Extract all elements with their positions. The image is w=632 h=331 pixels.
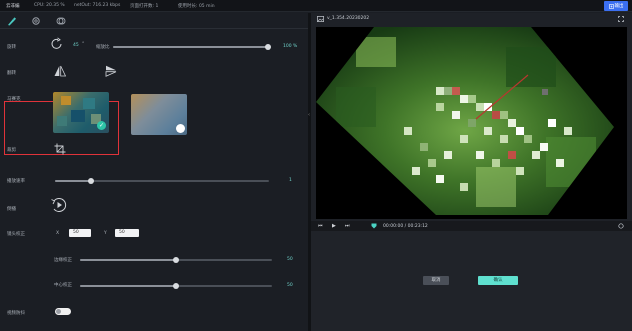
edge-slider-fill — [80, 259, 176, 261]
rotate-angle[interactable]: 45 — [73, 43, 79, 48]
scale-value: 100 % — [283, 44, 298, 49]
crop-icon[interactable] — [54, 143, 66, 155]
speed-slider[interactable] — [55, 178, 269, 184]
center-correction-label: 中心校正 — [54, 283, 72, 288]
pages-stat: 页面打开数: 1 — [130, 4, 159, 9]
flip-label: 翻转 — [7, 71, 16, 76]
rotate-label: 旋转 — [7, 45, 16, 50]
property-panel: 旋转 45 ° 缩放比 100 % 翻转 马赛克 ✓ 裁剪 播放速率 1 倒播 … — [0, 13, 308, 331]
mosaic-pixelate-thumb[interactable]: ✓ — [53, 92, 109, 133]
selected-check-icon: ✓ — [97, 121, 106, 130]
fullscreen-icon[interactable] — [618, 16, 624, 22]
gear-icon[interactable] — [31, 16, 41, 26]
lens-x-input[interactable]: 50 — [69, 229, 91, 237]
edge-correction-value: 50 — [287, 257, 293, 262]
scale-slider[interactable] — [113, 44, 271, 50]
speed-value: 1 — [289, 178, 292, 183]
clip-filename: v_1.354.20230202 — [327, 16, 370, 21]
scale-label: 缩放比 — [96, 45, 110, 50]
export-icon — [608, 3, 614, 9]
top-bar: 云非编 CPU: 20.35 % netOut: 716.23 kbps 页面打… — [0, 0, 632, 12]
unselected-radio-icon — [176, 124, 185, 133]
center-correction-slider[interactable] — [80, 283, 272, 289]
preview-panel: v_1.354.20230202 ⏮ ▶ ⏭ 00:00:00 / 00:23:… — [311, 13, 632, 331]
export-button[interactable]: 输出 — [604, 1, 628, 11]
rotate-handle[interactable] — [542, 89, 548, 95]
image-icon — [317, 16, 324, 22]
rotate-degree: ° — [82, 42, 85, 47]
lens-y-label: Y — [104, 231, 107, 236]
edge-correction-slider[interactable] — [80, 257, 272, 263]
timecode: 00:00:00 / 00:23:12 — [383, 223, 428, 229]
duration-stat: 使用时长: 05 min — [178, 4, 215, 9]
video-viewer[interactable] — [316, 27, 627, 219]
center-correction-value: 50 — [287, 283, 293, 288]
mosaic-blur-thumb[interactable] — [131, 94, 187, 135]
cancel-button[interactable]: 取消 — [423, 276, 449, 285]
crop-label: 裁剪 — [7, 148, 16, 153]
reverse-play-icon[interactable] — [50, 196, 68, 214]
rotate-icon[interactable] — [50, 37, 64, 51]
flip-vertical-icon[interactable] — [105, 65, 117, 77]
scale-slider-fill — [113, 46, 268, 48]
reverse-label: 倒播 — [7, 207, 16, 212]
confirm-button[interactable]: 确认 — [478, 276, 518, 285]
speed-slider-fill — [55, 180, 92, 182]
loop-icon[interactable] — [618, 223, 624, 229]
playback-controls: ⏮ ▶ ⏭ 00:00:00 / 00:23:12 — [311, 221, 632, 231]
cpu-stat: CPU: 20.35 % — [34, 3, 65, 8]
play-icon[interactable]: ▶ — [332, 223, 336, 229]
marker-icon[interactable] — [371, 223, 377, 229]
layers-icon[interactable] — [56, 16, 66, 26]
previous-frame-icon[interactable]: ⏮ — [318, 223, 323, 229]
edge-slider-knob[interactable] — [173, 257, 179, 263]
brush-icon[interactable] — [6, 16, 16, 26]
preview-header: v_1.354.20230202 — [311, 13, 632, 25]
speed-label: 播放速率 — [7, 179, 25, 184]
center-slider-knob[interactable] — [173, 283, 179, 289]
lens-x-label: X — [56, 231, 60, 236]
video-frame — [316, 27, 614, 215]
stabilize-toggle[interactable] — [55, 308, 71, 315]
tool-row — [0, 13, 308, 29]
lens-correction-label: 镜头校正 — [7, 232, 25, 237]
app-name: 云非编 — [6, 4, 20, 9]
center-slider-fill — [80, 285, 176, 287]
edge-correction-label: 边缘校正 — [54, 258, 72, 263]
netout-stat: netOut: 716.23 kbps — [74, 3, 121, 8]
flip-horizontal-icon[interactable] — [54, 65, 66, 77]
lens-y-input[interactable]: 50 — [115, 229, 139, 237]
next-frame-icon[interactable]: ⏭ — [345, 223, 350, 229]
action-area — [311, 231, 632, 331]
stabilize-label: 视频防抖 — [7, 311, 25, 316]
speed-slider-knob[interactable] — [88, 178, 95, 184]
export-label: 输出 — [614, 4, 624, 9]
scale-slider-knob[interactable] — [265, 44, 271, 50]
